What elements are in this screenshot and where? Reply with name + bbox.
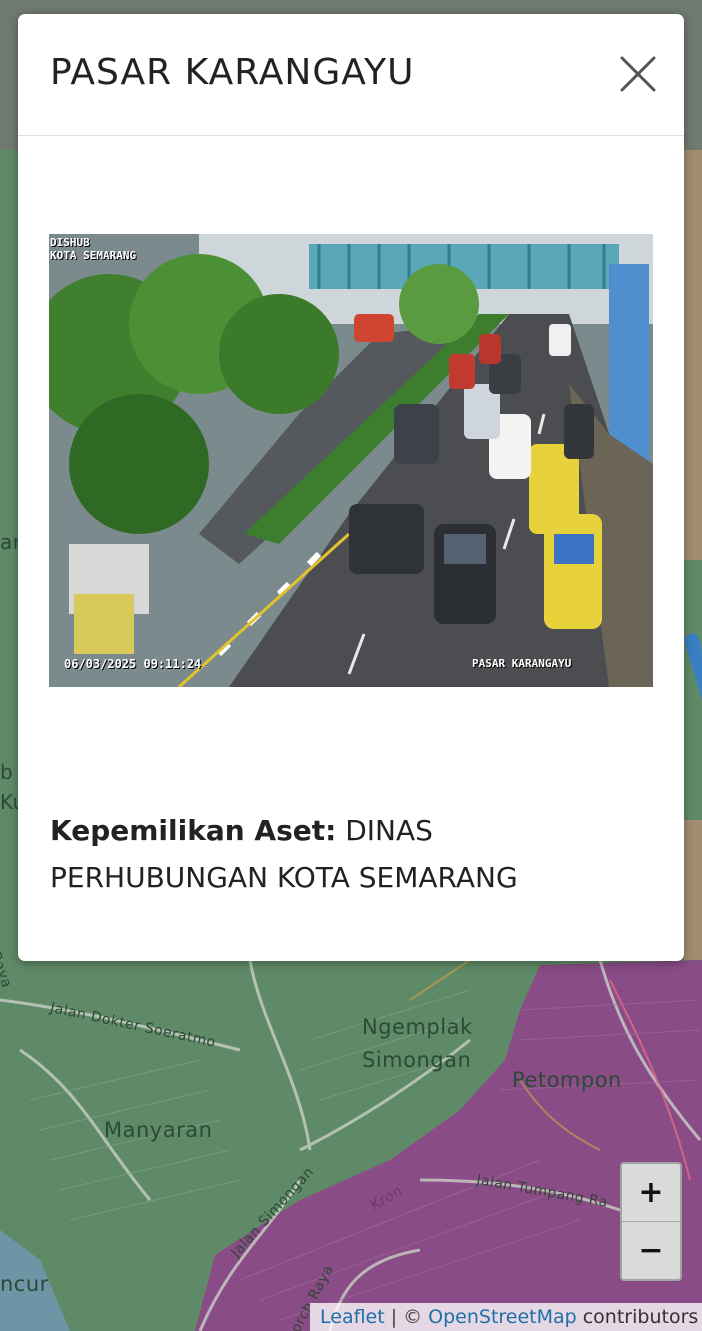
zoom-control: + −: [620, 1162, 682, 1281]
asset-ownership: Kepemilikan Aset: DINAS PERHUBUNGAN KOTA…: [50, 807, 610, 901]
close-icon: [620, 56, 656, 92]
map-label-petompon: Petompon: [512, 1068, 622, 1092]
cctv-image: DISHUB KOTA SEMARANG 06/03/2025 09:11:24…: [49, 234, 653, 687]
map-label-simongan: Simongan: [362, 1048, 472, 1072]
attribution-suffix: contributors: [582, 1306, 699, 1328]
map-label-edge-b: b: [0, 760, 14, 784]
modal-title: PASAR KARANGAYU: [50, 52, 415, 93]
map-label-manyaran: Manyaran: [104, 1118, 213, 1142]
owner-label: Kepemilikan Aset:: [50, 814, 337, 847]
cctv-scene: [49, 234, 653, 687]
modal-header: PASAR KARANGAYU: [18, 14, 684, 136]
openstreetmap-link[interactable]: OpenStreetMap: [428, 1306, 577, 1328]
camera-location: PASAR KARANGAYU: [472, 657, 572, 670]
close-button[interactable]: [618, 54, 658, 94]
zoom-out-button[interactable]: −: [622, 1221, 680, 1279]
map-label-ncur: ncur: [0, 1272, 49, 1296]
camera-agency-line2: KOTA SEMARANG: [50, 249, 137, 262]
camera-timestamp: 06/03/2025 09:11:24: [64, 657, 202, 671]
leaflet-link[interactable]: Leaflet: [320, 1306, 385, 1328]
zoom-in-button[interactable]: +: [622, 1164, 680, 1221]
camera-agency-line1: DISHUB: [50, 236, 90, 249]
map-label-ngemplak: Ngemplak: [362, 1015, 473, 1039]
map-attribution: Leaflet | © OpenStreetMap contributors: [310, 1303, 702, 1331]
attribution-separator: | ©: [390, 1306, 423, 1328]
cctv-modal: PASAR KARANGAYU DISHUB KOTA SEMARANG 06/…: [18, 14, 684, 961]
